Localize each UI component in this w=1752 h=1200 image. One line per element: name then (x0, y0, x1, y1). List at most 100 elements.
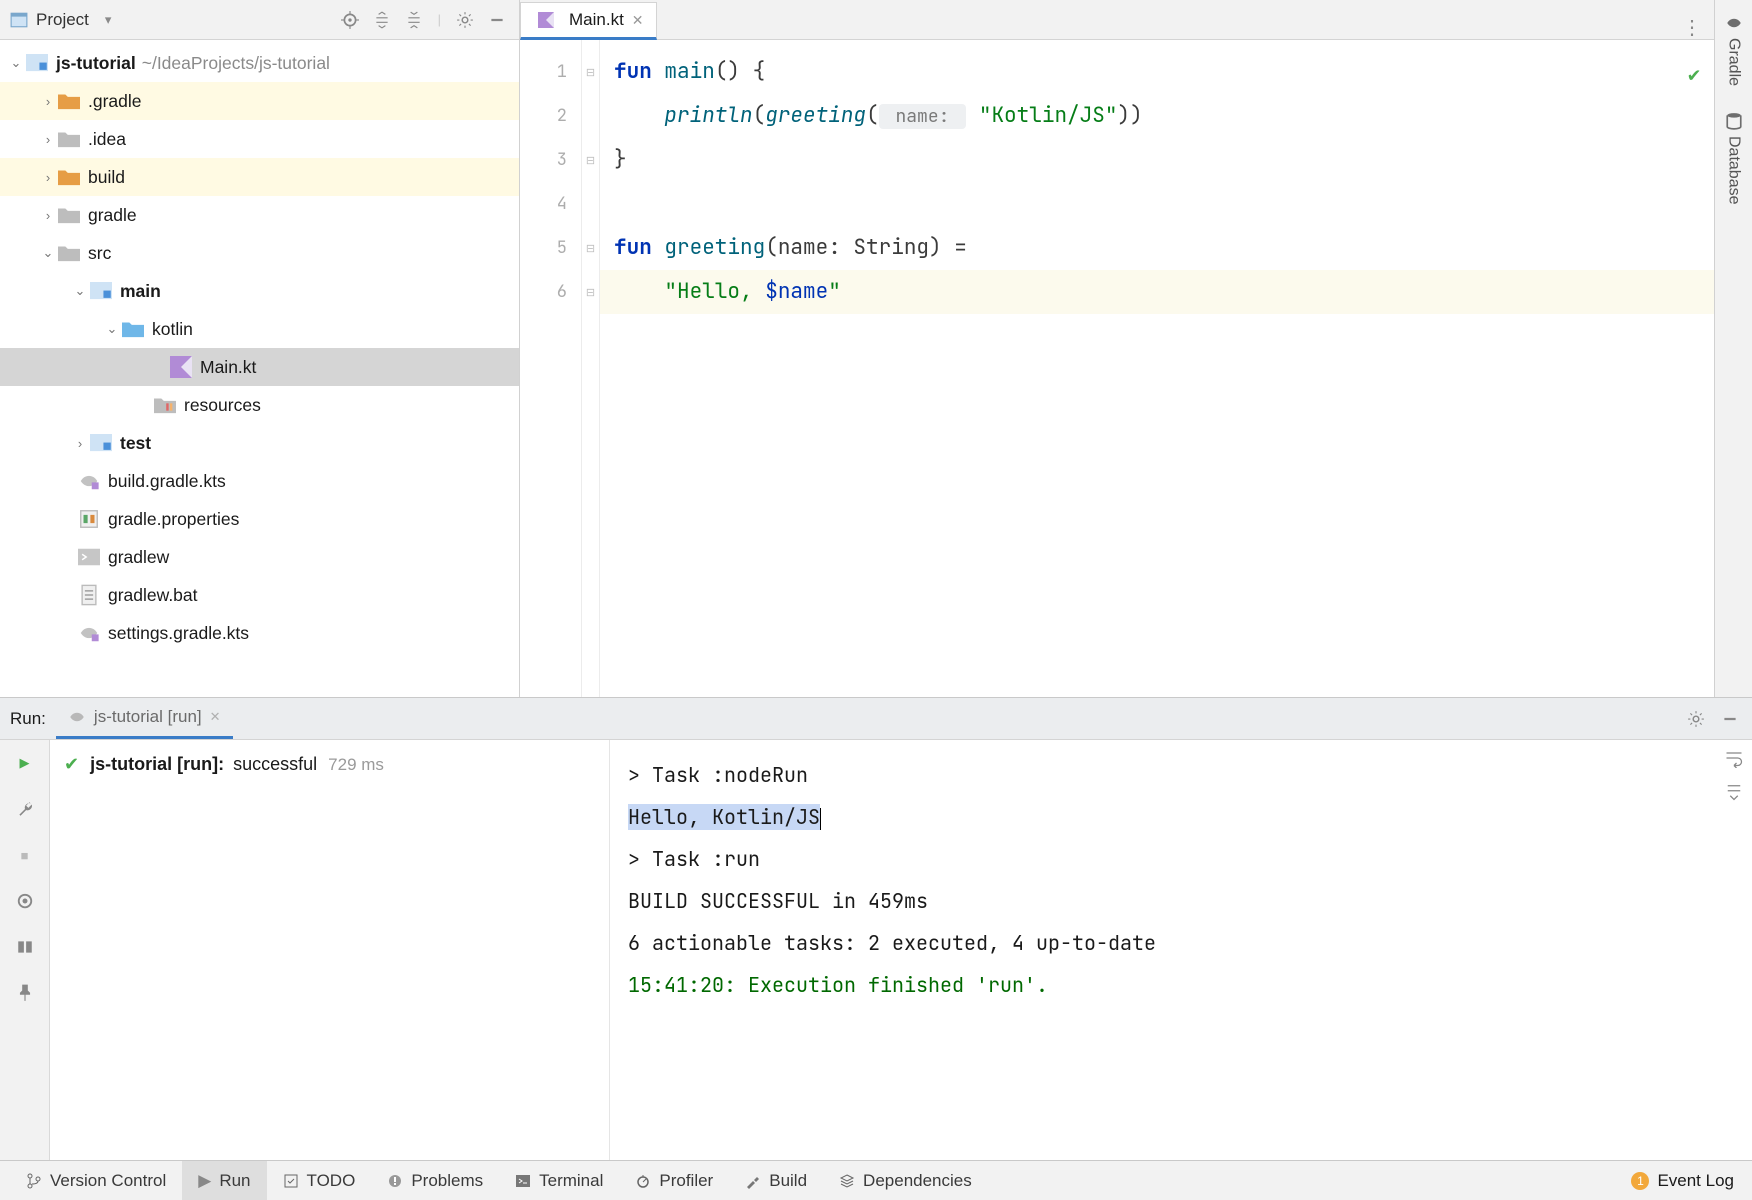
editor-tab-main-kt[interactable]: Main.kt ✕ (520, 2, 657, 40)
fold-icon[interactable]: ⊟ (582, 226, 599, 270)
gradle-icon (68, 708, 86, 726)
fold-column[interactable]: ⊟ ⊟ ⊟ ⊟ (582, 40, 600, 697)
run-button[interactable]: ▶ Run (182, 1161, 266, 1200)
project-title[interactable]: Project (36, 10, 89, 30)
play-icon: ▶ (198, 1171, 211, 1191)
editor: Main.kt ✕ ⋮ 123 456 ⊟ ⊟ ⊟ ⊟ ✔ fun ma (520, 0, 1714, 697)
tree-node-main[interactable]: ⌄ main (0, 272, 519, 310)
tree-node-gradle-props[interactable]: · gradle.properties (0, 500, 519, 538)
gear-icon[interactable] (453, 8, 477, 32)
scroll-to-end-icon[interactable] (1724, 782, 1744, 802)
terminal-icon (515, 1173, 531, 1189)
source-folder-icon (122, 320, 144, 338)
tree-node-resources[interactable]: · resources (0, 386, 519, 424)
folder-icon (58, 206, 80, 224)
stop-icon[interactable]: ■ (14, 844, 36, 866)
tree-node-settings-gradle[interactable]: · settings.gradle.kts (0, 614, 519, 652)
tree-node-gradle-dir[interactable]: › .gradle (0, 82, 519, 120)
project-header: Project ▾ | (0, 0, 519, 40)
layers-icon (839, 1173, 855, 1189)
wrench-icon[interactable] (14, 798, 36, 820)
tree-node-kotlin[interactable]: ⌄ kotlin (0, 310, 519, 348)
event-badge: 1 (1631, 1172, 1649, 1190)
profiler-button[interactable]: Profiler (619, 1161, 729, 1200)
tree-node-gradle[interactable]: › gradle (0, 196, 519, 234)
console-output[interactable]: > Task :nodeRun Hello, Kotlin/JS > Task … (610, 740, 1752, 1160)
tree-node-gradlew-bat[interactable]: · gradlew.bat (0, 576, 519, 614)
rerun-icon[interactable]: ▶ (14, 752, 36, 774)
project-tool-window: Project ▾ | ⌄ js-tutorial ~/IdeaProjects… (0, 0, 520, 697)
build-button[interactable]: Build (729, 1161, 823, 1200)
kotlin-file-icon (170, 358, 192, 376)
close-tab-icon[interactable]: ✕ (632, 12, 644, 29)
cursor (820, 808, 821, 830)
tree-root[interactable]: ⌄ js-tutorial ~/IdeaProjects/js-tutorial (0, 44, 519, 82)
close-icon[interactable]: ✕ (210, 709, 221, 725)
fold-end-icon[interactable]: ⊟ (582, 270, 599, 314)
problems-button[interactable]: Problems (371, 1161, 499, 1200)
database-tool-button[interactable]: Database (1725, 112, 1743, 205)
tree-node-build[interactable]: › build (0, 158, 519, 196)
module-icon (90, 282, 112, 300)
dropdown-icon[interactable]: ▾ (105, 12, 112, 28)
branch-icon (26, 1173, 42, 1189)
gradle-icon (1725, 14, 1743, 32)
analysis-ok-icon[interactable]: ✔ (1688, 52, 1700, 96)
hammer-icon (745, 1173, 761, 1189)
run-header: Run: js-tutorial [run] ✕ (0, 698, 1752, 740)
tree-node-gradlew[interactable]: · gradlew (0, 538, 519, 576)
separator: | (434, 12, 445, 27)
layout-icon[interactable] (14, 936, 36, 958)
pin-icon[interactable] (14, 982, 36, 1004)
folder-icon (58, 244, 80, 262)
module-icon (90, 434, 112, 452)
module-icon (26, 54, 48, 72)
line-gutter: 123 456 (520, 40, 582, 697)
right-tool-rail: Gradle Database (1714, 0, 1752, 697)
tree-node-build-gradle[interactable]: · build.gradle.kts (0, 462, 519, 500)
database-icon (1725, 112, 1743, 130)
tree-node-idea-dir[interactable]: › .idea (0, 120, 519, 158)
event-log-button[interactable]: 1 Event Log (1631, 1171, 1742, 1191)
locate-icon[interactable] (338, 8, 362, 32)
run-config-tab[interactable]: js-tutorial [run] ✕ (56, 699, 233, 739)
fold-icon[interactable]: ⊟ (582, 50, 599, 94)
todo-button[interactable]: TODO (267, 1161, 372, 1200)
todo-icon (283, 1173, 299, 1189)
param-hint: name: (879, 104, 967, 129)
tree-node-test[interactable]: › test (0, 424, 519, 462)
gradle-kts-icon (78, 624, 100, 642)
more-icon[interactable]: ⋮ (1680, 15, 1704, 39)
version-control-button[interactable]: Version Control (10, 1161, 182, 1200)
text-file-icon (78, 586, 100, 604)
code-area[interactable]: ✔ fun main() { println(greeting( name: "… (600, 40, 1714, 697)
collapse-all-icon[interactable] (402, 8, 426, 32)
watch-icon[interactable] (14, 890, 36, 912)
minimize-icon[interactable] (485, 8, 509, 32)
kotlin-file-icon (535, 11, 557, 29)
run-tree[interactable]: ✔ js-tutorial [run]: successful 729 ms (50, 740, 610, 1160)
fold-end-icon[interactable]: ⊟ (582, 138, 599, 182)
tree-node-main-kt[interactable]: · Main.kt (0, 348, 519, 386)
minimize-icon[interactable] (1718, 707, 1742, 731)
gear-icon[interactable] (1684, 707, 1708, 731)
folder-icon (58, 130, 80, 148)
status-bar: Version Control ▶ Run TODO Problems Term… (0, 1160, 1752, 1200)
folder-icon (58, 92, 80, 110)
properties-icon (78, 510, 100, 528)
problems-icon (387, 1173, 403, 1189)
project-tree[interactable]: ⌄ js-tutorial ~/IdeaProjects/js-tutorial… (0, 40, 519, 697)
gradle-tool-button[interactable]: Gradle (1725, 14, 1743, 86)
run-actions: ▶ ■ (0, 740, 50, 1160)
profiler-icon (635, 1173, 651, 1189)
editor-tabs: Main.kt ✕ ⋮ (520, 0, 1714, 40)
folder-icon (58, 168, 80, 186)
project-icon (10, 11, 28, 29)
shell-icon (78, 548, 100, 566)
terminal-button[interactable]: Terminal (499, 1161, 619, 1200)
dependencies-button[interactable]: Dependencies (823, 1161, 988, 1200)
tree-node-src[interactable]: ⌄ src (0, 234, 519, 272)
expand-all-icon[interactable] (370, 8, 394, 32)
soft-wrap-icon[interactable] (1724, 748, 1744, 768)
run-label: Run: (10, 709, 46, 729)
